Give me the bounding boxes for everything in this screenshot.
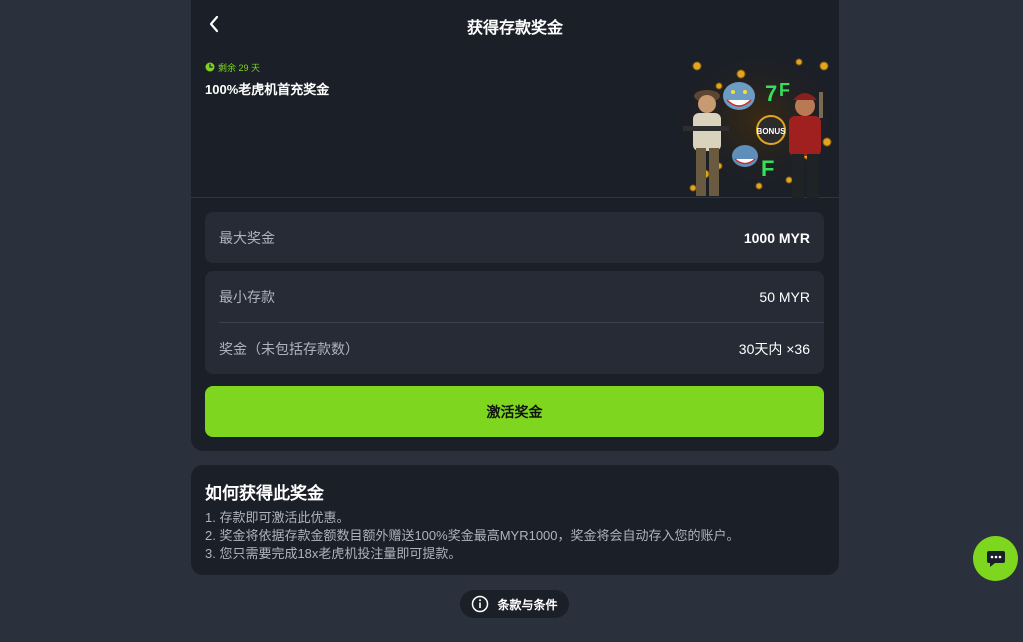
remaining-label: 剩余 29 天 xyxy=(218,62,261,73)
min-deposit-label: 最小存款 xyxy=(219,288,275,305)
clock-icon xyxy=(205,62,215,72)
wager-value: 30天内 ×36 xyxy=(738,340,810,357)
header: 获得存款奖金 xyxy=(191,0,839,50)
promo-name: 100%老虎机首充奖金 xyxy=(205,82,330,97)
activate-bonus-button[interactable]: 激活奖金 xyxy=(205,386,824,437)
svg-text:7: 7 xyxy=(765,81,777,106)
page-title: 获得存款奖金 xyxy=(466,20,563,37)
min-deposit-row: 最小存款 50 MYR xyxy=(205,271,824,322)
bonus-panel: 获得存款奖金 剩余 29 天 100%老虎机首充奖金 BONUS 7 F F 最… xyxy=(191,0,839,451)
svg-text:F: F xyxy=(761,156,774,181)
how-to-step: 3. 您只需要完成18x老虎机投注量即可提款。 xyxy=(205,546,462,561)
how-to-step: 2. 奖金将依据存款金额数目额外赠送100%奖金最高MYR1000，奖金将会自动… xyxy=(205,528,740,543)
chat-button[interactable] xyxy=(973,536,1018,581)
info-icon xyxy=(472,595,489,613)
slot-characters-art-icon: BONUS 7 F F xyxy=(679,56,839,198)
min-deposit-value: 50 MYR xyxy=(759,288,810,305)
max-bonus-label: 最大奖金 xyxy=(219,229,275,246)
remaining-time: 剩余 29 天 xyxy=(205,61,260,73)
bonus-page: 获得存款奖金 剩余 29 天 100%老虎机首充奖金 BONUS 7 F F 最… xyxy=(0,0,1023,642)
promo-banner: 剩余 29 天 100%老虎机首充奖金 BONUS 7 F F xyxy=(191,50,839,198)
how-to-step: 1. 存款即可激活此优惠。 xyxy=(205,510,350,525)
chat-bubble-icon xyxy=(986,550,1005,567)
deposit-details-card: 最小存款 50 MYR 奖金（未包括存款数） 30天内 ×36 xyxy=(205,271,824,374)
how-to-title: 如何获得此奖金 xyxy=(205,484,324,503)
wager-row: 奖金（未包括存款数） 30天内 ×36 xyxy=(205,323,824,374)
max-bonus-card: 最大奖金 1000 MYR xyxy=(205,212,824,263)
max-bonus-row: 最大奖金 1000 MYR xyxy=(205,212,824,263)
max-bonus-value: 1000 MYR xyxy=(743,229,810,246)
svg-text:F: F xyxy=(779,80,790,100)
svg-text:BONUS: BONUS xyxy=(757,127,787,136)
wager-label: 奖金（未包括存款数） xyxy=(219,340,359,357)
terms-button[interactable]: 条款与条件 xyxy=(460,590,569,618)
how-to-section: 如何获得此奖金 1. 存款即可激活此优惠。 2. 奖金将依据存款金额数目额外赠送… xyxy=(191,465,839,575)
terms-label: 条款与条件 xyxy=(497,597,558,612)
